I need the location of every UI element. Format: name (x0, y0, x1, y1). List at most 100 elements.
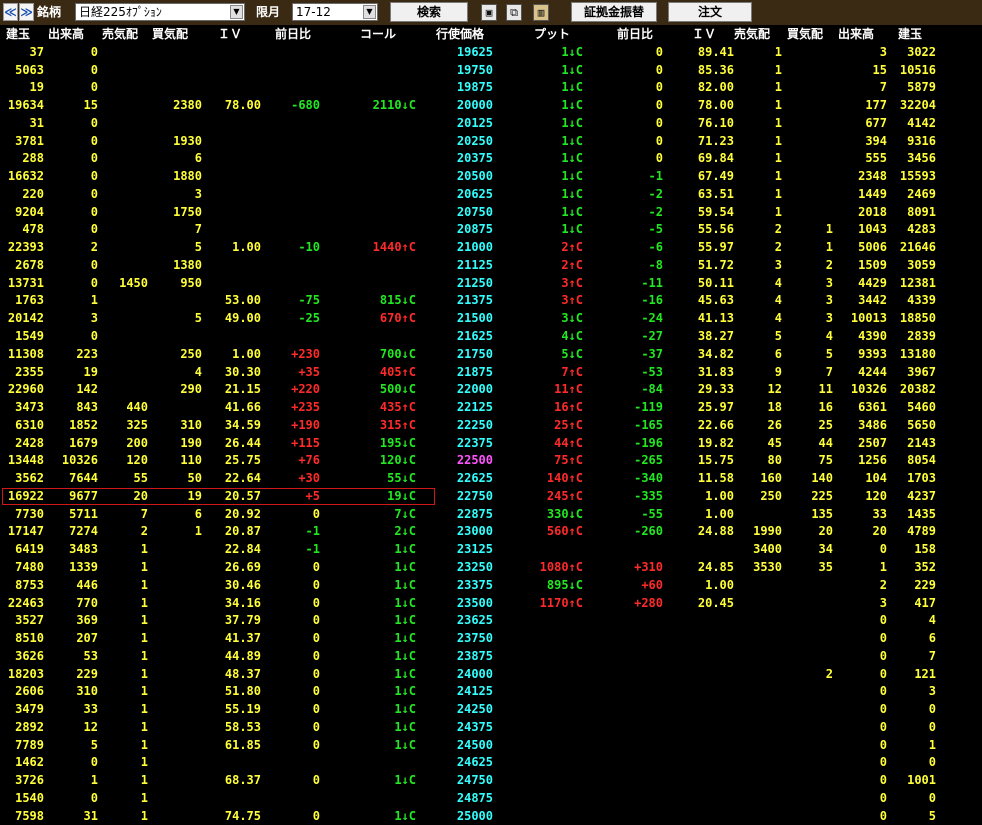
table-row[interactable]: 1540 0 1 24875 0 0 (0, 790, 982, 808)
cell-put-price[interactable]: 1080↑C (493, 559, 583, 577)
chart-icon[interactable]: ▥ (533, 4, 549, 21)
table-row[interactable]: 1549 0 21625 4↓C -27 38.27 5 4 4390 2839 (0, 328, 982, 346)
cell-call-price[interactable]: 1↓C (320, 719, 416, 737)
table-row[interactable]: 7789 5 1 61.85 0 1↓C 24500 0 1 (0, 737, 982, 755)
cell-call-price[interactable]: 2110↓C (320, 97, 416, 115)
table-row[interactable]: 13731 0 1450 950 21250 3↑C -11 50.11 4 3 4429 12381 (0, 275, 982, 293)
cell-put-price[interactable]: 11↑C (493, 381, 583, 399)
table-row[interactable]: 6419 3483 1 22.84 -1 1↓C 23125 3400 34 0 158 (0, 541, 982, 559)
table-row[interactable]: 16632 0 1880 20500 1↓C -1 67.49 1 2348 15593 (0, 168, 982, 186)
table-row[interactable]: 3473 843 440 41.66 +235 435↑C 22125 16↑C -119 25.… (0, 399, 982, 417)
table-row[interactable]: 1462 0 1 24625 0 0 (0, 754, 982, 772)
symbol-select[interactable]: 日経225ｵﾌﾟｼｮﾝ ▼ (75, 3, 245, 21)
table-row[interactable]: 13448 10326 120 110 25.75 +76 120↓C 22500 75↑C -2… (0, 452, 982, 470)
cell-put-price[interactable]: 245↑C (493, 488, 583, 506)
table-row[interactable]: 37 0 19625 1↓C 0 89.41 1 3 3022 (0, 44, 982, 62)
cell-call-price[interactable]: 55↓C (320, 470, 416, 488)
table-row[interactable]: 22393 2 5 1.00 -10 1440↑C 21000 2↑C -6 55.97 2 1 500… (0, 239, 982, 257)
cell-call-price[interactable]: 670↑C (320, 310, 416, 328)
cell-put-price[interactable]: 5↓C (493, 346, 583, 364)
cell-call-price[interactable]: 1↓C (320, 595, 416, 613)
cell-put-price[interactable]: 1↓C (493, 115, 583, 133)
margin-transfer-button[interactable]: 証拠金振替 (571, 2, 657, 22)
cell-put-price[interactable]: 1↓C (493, 221, 583, 239)
cell-put-price[interactable]: 1↓C (493, 97, 583, 115)
table-row[interactable]: 18203 229 1 48.37 0 1↓C 24000 2 0 121 (0, 666, 982, 684)
cell-call-price[interactable]: 315↑C (320, 417, 416, 435)
table-row[interactable]: 3562 7644 55 50 22.64 +30 55↓C 22625 140↑C -340 11… (0, 470, 982, 488)
cell-call-price[interactable]: 1↓C (320, 772, 416, 790)
table-row[interactable]: 31 0 20125 1↓C 0 76.10 1 677 4142 (0, 115, 982, 133)
table-row[interactable]: 2355 19 4 30.30 +35 405↑C 21875 7↑C -53 31.83 9 7 42… (0, 364, 982, 382)
cell-call-price[interactable]: 815↓C (320, 292, 416, 310)
cell-call-price[interactable]: 1↓C (320, 630, 416, 648)
table-row[interactable]: 2606 310 1 51.80 0 1↓C 24125 0 3 (0, 683, 982, 701)
cell-call-price[interactable]: 7↓C (320, 506, 416, 524)
month-select[interactable]: 17-12 ▼ (292, 3, 378, 21)
cell-put-price[interactable]: 895↓C (493, 577, 583, 595)
cell-put-price[interactable]: 16↑C (493, 399, 583, 417)
table-row[interactable]: 3527 369 1 37.79 0 1↓C 23625 0 4 (0, 612, 982, 630)
cell-call-price[interactable]: 1↓C (320, 808, 416, 825)
cell-put-price[interactable]: 3↓C (493, 310, 583, 328)
cell-call-price[interactable]: 120↓C (320, 452, 416, 470)
cell-put-price[interactable]: 25↑C (493, 417, 583, 435)
order-button[interactable]: 注文 (668, 2, 752, 22)
cell-call-price[interactable]: 435↑C (320, 399, 416, 417)
table-row[interactable]: 1763 1 53.00 -75 815↓C 21375 3↑C -16 45.63 4 3 3442… (0, 292, 982, 310)
next-button[interactable]: ≫ (19, 3, 34, 21)
chevron-down-icon[interactable]: ▼ (230, 5, 243, 19)
table-row[interactable]: 2428 1679 200 190 26.44 +115 195↓C 22375 44↑C -19… (0, 435, 982, 453)
prev-button[interactable]: ≪ (3, 3, 18, 21)
table-row[interactable]: 19634 15 2380 78.00 -680 2110↓C 20000 1↓C 0 78.00… (0, 97, 982, 115)
cell-call-price[interactable]: 700↓C (320, 346, 416, 364)
cell-put-price[interactable]: 3↑C (493, 292, 583, 310)
cell-call-price[interactable]: 1↓C (320, 612, 416, 630)
cell-call-price[interactable]: 19↓C (320, 488, 416, 506)
cell-put-price[interactable]: 7↑C (493, 364, 583, 382)
cell-put-price[interactable]: 1↓C (493, 79, 583, 97)
cell-put-price[interactable]: 1↓C (493, 150, 583, 168)
table-row[interactable]: 7730 5711 7 6 20.92 0 7↓C 22875 330↓C -55 1.00 135 3… (0, 506, 982, 524)
cell-put-price[interactable]: 140↑C (493, 470, 583, 488)
table-row[interactable]: 17147 7274 2 1 20.87 -1 2↓C 23000 560↑C -260 24.88… (0, 523, 982, 541)
cell-put-price[interactable]: 1↓C (493, 62, 583, 80)
search-button[interactable]: 検索 (390, 2, 468, 22)
table-row[interactable]: 2678 0 1380 21125 2↑C -8 51.72 3 2 1509 3059 (0, 257, 982, 275)
table-row[interactable]: 22960 142 290 21.15 +220 500↓C 22000 11↑C -84 29.… (0, 381, 982, 399)
cell-put-price[interactable]: 560↑C (493, 523, 583, 541)
cell-put-price[interactable]: 44↑C (493, 435, 583, 453)
cell-call-price[interactable]: 1↓C (320, 541, 416, 559)
table-row[interactable]: 7480 1339 1 26.69 0 1↓C 23250 1080↑C +310 24.85 35… (0, 559, 982, 577)
table-row[interactable]: 478 0 7 20875 1↓C -5 55.56 2 1 1043 4283 (0, 221, 982, 239)
cell-put-price[interactable]: 2↑C (493, 239, 583, 257)
cell-put-price[interactable]: 1↓C (493, 204, 583, 222)
cell-put-price[interactable]: 75↑C (493, 452, 583, 470)
cell-call-price[interactable]: 1↓C (320, 577, 416, 595)
cell-put-price[interactable]: 3↑C (493, 275, 583, 293)
chevron-down-icon[interactable]: ▼ (363, 5, 376, 19)
cell-put-price[interactable]: 1170↑C (493, 595, 583, 613)
cell-call-price[interactable]: 1↓C (320, 648, 416, 666)
cell-call-price[interactable]: 1↓C (320, 737, 416, 755)
table-row[interactable]: 7598 31 1 74.75 0 1↓C 25000 0 5 (0, 808, 982, 825)
cell-call-price[interactable]: 1↓C (320, 701, 416, 719)
cell-call-price[interactable]: 405↑C (320, 364, 416, 382)
cell-put-price[interactable]: 1↓C (493, 44, 583, 62)
table-row[interactable]: 3626 53 1 44.89 0 1↓C 23875 0 7 (0, 648, 982, 666)
table-row[interactable]: 19 0 19875 1↓C 0 82.00 1 7 5879 (0, 79, 982, 97)
table-row[interactable]: 2892 12 1 58.53 0 1↓C 24375 0 0 (0, 719, 982, 737)
cell-call-price[interactable]: 1↓C (320, 666, 416, 684)
table-row[interactable]: 5063 0 19750 1↓C 0 85.36 1 15 10516 (0, 62, 982, 80)
table-row[interactable]: 8510 207 1 41.37 0 1↓C 23750 0 6 (0, 630, 982, 648)
cell-call-price[interactable]: 1↓C (320, 559, 416, 577)
cell-put-price[interactable]: 1↓C (493, 168, 583, 186)
table-row[interactable]: 22463 770 1 34.16 0 1↓C 23500 1170↑C +280 20.45 3 4… (0, 595, 982, 613)
save-icon[interactable]: ▣ (481, 4, 497, 21)
cell-call-price[interactable]: 2↓C (320, 523, 416, 541)
cell-put-price[interactable]: 1↓C (493, 186, 583, 204)
cell-put-price[interactable]: 4↓C (493, 328, 583, 346)
cell-put-price[interactable]: 330↓C (493, 506, 583, 524)
cell-call-price[interactable]: 195↓C (320, 435, 416, 453)
table-row[interactable]: 288 0 6 20375 1↓C 0 69.84 1 555 3456 (0, 150, 982, 168)
